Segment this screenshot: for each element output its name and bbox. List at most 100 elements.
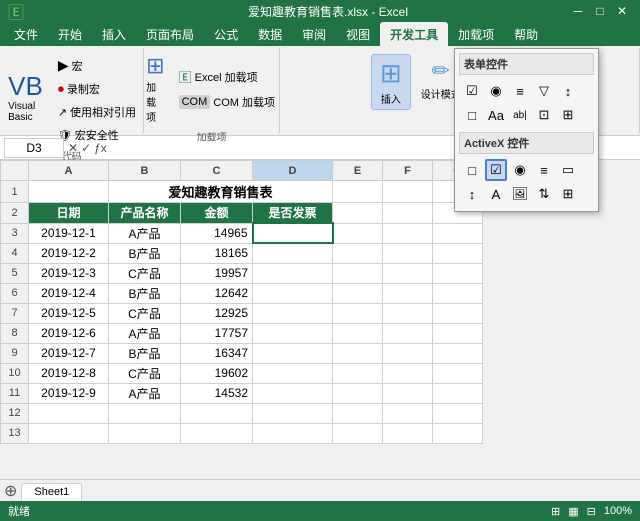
ax-btn-label2[interactable]: A (485, 183, 507, 205)
cell-e5[interactable] (333, 263, 383, 283)
minimize-button[interactable]: ─ (568, 1, 588, 21)
col-header-d[interactable]: D (253, 161, 333, 181)
cell-e13[interactable] (333, 423, 383, 443)
view-page-break-icon[interactable]: ⊟ (587, 505, 596, 518)
tab-insert[interactable]: 插入 (92, 22, 136, 46)
tab-data[interactable]: 数据 (248, 22, 292, 46)
tab-addins[interactable]: 加载项 (448, 22, 504, 46)
cell-a3[interactable]: 2019-12-1 (29, 223, 109, 243)
com-addins-button[interactable]: COM COM 加载项 (174, 91, 280, 113)
form-btn-checkbox[interactable]: ☑ (461, 80, 483, 102)
cell-g3[interactable] (433, 223, 483, 243)
cell-e10[interactable] (333, 363, 383, 383)
col-header-b[interactable]: B (109, 161, 181, 181)
form-btn-spinner[interactable]: ⊞ (557, 104, 579, 126)
window-controls[interactable]: ─ □ ✕ (568, 1, 632, 21)
cell-e9[interactable] (333, 343, 383, 363)
cell-b13[interactable] (109, 423, 181, 443)
cell-d9[interactable] (253, 343, 333, 363)
cell-b6[interactable]: B产品 (109, 283, 181, 303)
tab-view[interactable]: 视图 (336, 22, 380, 46)
tab-file[interactable]: 文件 (4, 22, 48, 46)
col-header-c[interactable]: C (181, 161, 253, 181)
cell-b5[interactable]: C产品 (109, 263, 181, 283)
cell-a13[interactable] (29, 423, 109, 443)
ax-btn-listbox[interactable]: ≡ (533, 159, 555, 181)
cell-f13[interactable] (383, 423, 433, 443)
macro-button[interactable]: ▶ 宏 (53, 54, 141, 77)
form-btn-label[interactable]: Aa (485, 104, 507, 126)
cell-g6[interactable] (433, 283, 483, 303)
cell-d11[interactable] (253, 383, 333, 403)
cell-a5[interactable]: 2019-12-3 (29, 263, 109, 283)
cell-b9[interactable]: B产品 (109, 343, 181, 363)
cell-c10[interactable]: 19602 (181, 363, 253, 383)
cell-c7[interactable]: 12925 (181, 303, 253, 323)
view-layout-icon[interactable]: ▦ (568, 505, 578, 518)
tab-help[interactable]: 帮助 (504, 22, 548, 46)
col-header-a[interactable]: A (29, 161, 109, 181)
tab-formula[interactable]: 公式 (204, 22, 248, 46)
form-btn-edit[interactable]: ab| (509, 104, 531, 126)
maximize-button[interactable]: □ (590, 1, 610, 21)
record-macro-button[interactable]: ⏺ 录制宏 (53, 78, 141, 100)
cell-e1[interactable] (333, 181, 383, 203)
ax-btn-more[interactable]: ⊞ (557, 183, 579, 205)
cell-d13[interactable] (253, 423, 333, 443)
sheet-tab-1[interactable]: Sheet1 (21, 483, 82, 501)
form-btn-option[interactable]: ◉ (485, 80, 507, 102)
form-btn-scroll[interactable]: ↕ (557, 80, 579, 102)
close-button[interactable]: ✕ (612, 1, 632, 21)
cell-a7[interactable]: 2019-12-5 (29, 303, 109, 323)
cell-d5[interactable] (253, 263, 333, 283)
add-sheet-button[interactable]: ⊕ (4, 481, 17, 501)
cell-c5[interactable]: 19957 (181, 263, 253, 283)
relative-ref-button[interactable]: ↗ 使用相对引用 (53, 101, 141, 123)
cell-e4[interactable] (333, 243, 383, 263)
cell-g8[interactable] (433, 323, 483, 343)
cell-f8[interactable] (383, 323, 433, 343)
ax-btn-spinner[interactable]: ⇅ (533, 183, 555, 205)
cell-b8[interactable]: A产品 (109, 323, 181, 343)
cell-c3[interactable]: 14965 (181, 223, 253, 243)
cell-b10[interactable]: C产品 (109, 363, 181, 383)
cell-f7[interactable] (383, 303, 433, 323)
cell-f5[interactable] (383, 263, 433, 283)
tab-home[interactable]: 开始 (48, 22, 92, 46)
cell-g12[interactable] (433, 403, 483, 423)
cell-g10[interactable] (433, 363, 483, 383)
cell-d3[interactable] (253, 223, 333, 243)
ax-btn-textbox[interactable]: ▭ (557, 159, 579, 181)
tab-review[interactable]: 审阅 (292, 22, 336, 46)
cell-d2[interactable]: 是否发票 (253, 203, 333, 224)
cell-g9[interactable] (433, 343, 483, 363)
cell-a2[interactable]: 日期 (29, 203, 109, 224)
cell-b2[interactable]: 产品名称 (109, 203, 181, 224)
cell-e6[interactable] (333, 283, 383, 303)
cell-e12[interactable] (333, 403, 383, 423)
form-btn-listbox[interactable]: ≡ (509, 80, 531, 102)
cell-g11[interactable] (433, 383, 483, 403)
form-btn-combobox[interactable]: ▽ (533, 80, 555, 102)
cell-f4[interactable] (383, 243, 433, 263)
cell-b12[interactable] (109, 403, 181, 423)
ax-btn-scrollbar[interactable]: ↕ (461, 183, 483, 205)
tab-page-layout[interactable]: 页面布局 (136, 22, 204, 46)
cell-c6[interactable]: 12642 (181, 283, 253, 303)
cell-b11[interactable]: A产品 (109, 383, 181, 403)
form-btn-groupbox[interactable]: ⊡ (533, 104, 555, 126)
cell-f3[interactable] (383, 223, 433, 243)
addins-button[interactable]: ⊞ 加载项 (143, 50, 167, 127)
form-btn-button[interactable]: □ (461, 104, 483, 126)
cell-d4[interactable] (253, 243, 333, 263)
cell-a11[interactable]: 2019-12-9 (29, 383, 109, 403)
cell-a9[interactable]: 2019-12-7 (29, 343, 109, 363)
cell-title[interactable]: 爱知趣教育销售表 (109, 181, 333, 203)
insert-controls-button[interactable]: ⊞ 插入 (371, 54, 411, 110)
cell-a4[interactable]: 2019-12-2 (29, 243, 109, 263)
cell-c12[interactable] (181, 403, 253, 423)
cell-g7[interactable] (433, 303, 483, 323)
cell-c11[interactable]: 14532 (181, 383, 253, 403)
cell-f12[interactable] (383, 403, 433, 423)
cell-c9[interactable]: 16347 (181, 343, 253, 363)
